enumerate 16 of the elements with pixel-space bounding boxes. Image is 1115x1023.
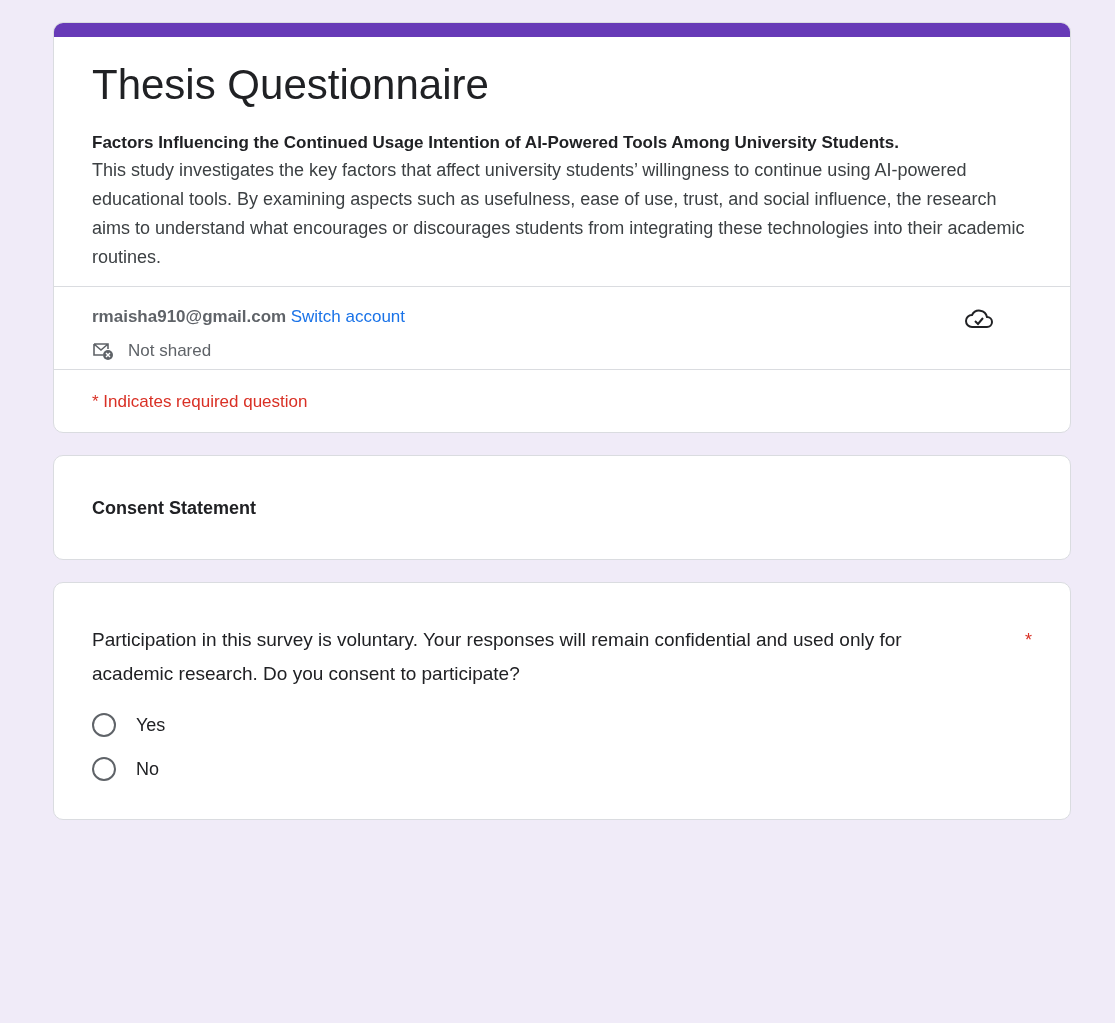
- option-label: No: [136, 758, 159, 780]
- question-text: Participation in this survey is voluntary. Your responses will remain confidential and used only for academic research. Do you consent to participate?: [92, 628, 903, 686]
- account-email: rmaisha910@gmail.com: [92, 307, 287, 326]
- form-title: Thesis Questionnaire: [92, 60, 490, 110]
- mail-blocked-icon: [92, 341, 114, 361]
- cloud-check-icon: [964, 307, 994, 329]
- option-label: Yes: [136, 714, 166, 736]
- required-note: * Indicates required question: [54, 369, 1070, 432]
- radio-button[interactable]: [92, 713, 116, 737]
- sharing-status: Not shared: [128, 341, 212, 361]
- form-subtitle: Factors Influencing the Continued Usage Intention of AI-Powered Tools Among University Students.: [92, 132, 900, 154]
- required-asterisk: *: [1025, 629, 1032, 652]
- section-title: Consent Statement: [91, 497, 258, 520]
- switch-account-link[interactable]: Switch account: [290, 307, 406, 326]
- radio-button[interactable]: [92, 757, 116, 781]
- form-description: This study investigates the key factors that affect university students’ willingness to continue using AI-powered educational tools. By examining aspects such as usefulness, ease of use, trust, and social influence, the research aims to understand what encourages or discourages students from integrating these technologies into their academic routines.: [92, 159, 1026, 269]
